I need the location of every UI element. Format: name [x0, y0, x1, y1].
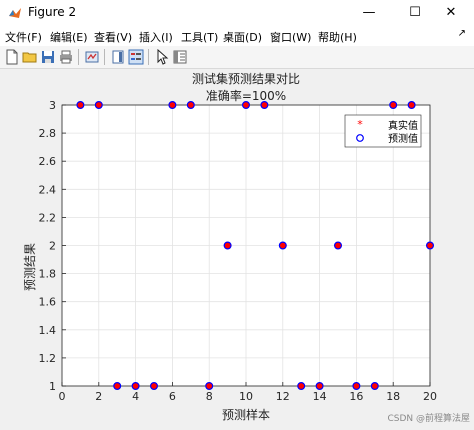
true-point [151, 383, 157, 389]
true-point [409, 102, 415, 108]
x-tick-label: 8 [206, 390, 213, 403]
true-point [317, 383, 323, 389]
figure-canvas: 0 2 4 6 8 10 12 14 16 18 20 1 1.2 1.4 1.6 1.8 2 2.2 2.4 2.… [0, 69, 474, 427]
x-tick-label: 10 [239, 390, 253, 403]
print-icon[interactable] [58, 49, 74, 65]
legend-label-pred: 预测值 [388, 132, 418, 145]
y-tick-label: 2.4 [39, 183, 57, 196]
y-tick-label: 2.8 [39, 127, 57, 140]
y-tick-label: 2.6 [39, 155, 57, 168]
toolbar-separator [148, 49, 149, 65]
true-point [353, 383, 359, 389]
figure-window: Figure 2 — ☐ ✕ 文件(F) 编辑(E) 查看(V) 插入(I) 工… [0, 0, 474, 427]
x-tick-label: 20 [423, 390, 437, 403]
chart-subtitle: 准确率=100% [206, 88, 286, 103]
menu-bar: 文件(F) 编辑(E) 查看(V) 插入(I) 工具(T) 桌面(D) 窗口(W… [0, 26, 474, 46]
close-button[interactable]: ✕ [428, 0, 474, 26]
legend[interactable]: * 真实值 预测值 [344, 114, 422, 148]
legend-label-true: 真实值 [388, 119, 418, 132]
true-point [298, 383, 304, 389]
true-point [335, 242, 341, 249]
true-point [225, 242, 231, 249]
x-axis-label: 预测样本 [222, 407, 270, 422]
true-point [280, 242, 286, 249]
window-title: Figure 2 [28, 5, 77, 19]
x-tick-label: 0 [59, 390, 66, 403]
link-plot-icon[interactable] [84, 49, 100, 65]
menu-view[interactable]: 查看(V) [94, 29, 132, 45]
true-point [206, 383, 212, 389]
x-tick-label: 18 [386, 390, 400, 403]
true-point [261, 102, 267, 108]
true-point [427, 242, 433, 249]
true-point [243, 102, 249, 108]
new-figure-icon[interactable] [4, 49, 20, 65]
y-tick-label: 3 [49, 99, 56, 112]
y-tick-labels: 1 1.2 1.4 1.6 1.8 2 2.2 2.4 2.6 2.8 3 [39, 99, 57, 393]
true-point [133, 383, 139, 389]
watermark: CSDN @前程算法屋 [387, 412, 470, 424]
y-tick-label: 1.2 [39, 352, 57, 365]
true-point [188, 102, 194, 108]
matlab-icon [9, 8, 21, 18]
true-point [169, 102, 175, 108]
true-point [372, 383, 378, 389]
y-tick-label: 1.6 [39, 296, 57, 309]
y-tick-label: 1.4 [39, 324, 57, 337]
title-bar[interactable]: Figure 2 — ☐ ✕ [0, 0, 474, 26]
y-tick-label: 2.2 [39, 211, 57, 224]
x-tick-label: 4 [132, 390, 139, 403]
dock-arrow-icon[interactable]: ↗ [458, 28, 466, 39]
x-tick-label: 2 [95, 390, 102, 403]
insert-colorbar-icon[interactable] [110, 49, 126, 65]
menu-tools[interactable]: 工具(T) [181, 29, 218, 45]
toolbar-separator [104, 49, 105, 65]
menu-file[interactable]: 文件(F) [5, 29, 42, 45]
y-axis-label: 预测结果 [23, 243, 37, 291]
menu-insert[interactable]: 插入(I) [139, 29, 173, 45]
x-tick-label: 12 [276, 390, 290, 403]
menu-help[interactable]: 帮助(H) [318, 29, 357, 45]
minimize-button[interactable]: — [346, 0, 392, 26]
true-point [390, 102, 396, 108]
y-tick-label: 2 [49, 240, 56, 253]
toolbar-separator [78, 49, 79, 65]
insert-legend-icon[interactable] [128, 49, 144, 65]
property-inspector-icon[interactable] [172, 49, 188, 65]
legend-star-marker: * [357, 118, 363, 131]
chart-title: 测试集预测结果对比 [192, 71, 300, 86]
y-tick-label: 1 [49, 380, 56, 393]
menu-edit[interactable]: 编辑(E) [50, 29, 88, 45]
open-file-icon[interactable] [22, 49, 38, 65]
scatter-chart: 0 2 4 6 8 10 12 14 16 18 20 1 1.2 1.4 1.6 1.8 2 2.2 2.4 2.… [23, 71, 470, 424]
true-point [77, 102, 83, 108]
save-icon[interactable] [40, 49, 56, 65]
figure-toolbar [0, 46, 474, 69]
x-tick-label: 6 [169, 390, 176, 403]
x-tick-label: 16 [349, 390, 363, 403]
edit-plot-arrow-icon[interactable] [154, 49, 170, 65]
x-tick-labels: 0 2 4 6 8 10 12 14 16 18 20 [59, 390, 438, 403]
menu-desktop[interactable]: 桌面(D) [223, 29, 262, 45]
x-tick-label: 14 [313, 390, 327, 403]
y-tick-label: 1.8 [39, 268, 57, 281]
menu-window[interactable]: 窗口(W) [270, 29, 311, 45]
